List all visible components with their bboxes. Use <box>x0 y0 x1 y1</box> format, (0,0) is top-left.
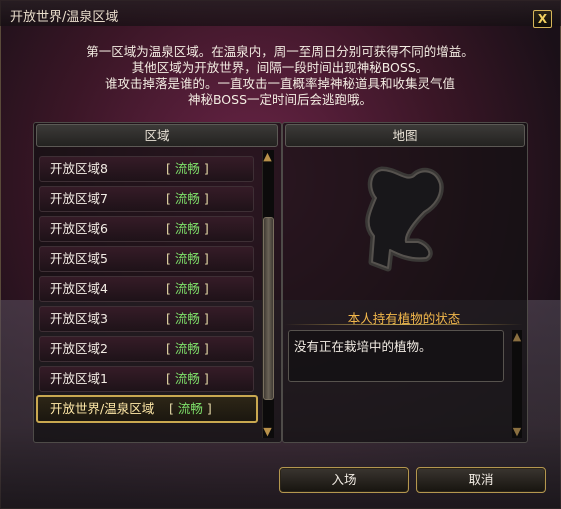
zone-status: [流畅] <box>166 367 209 391</box>
zone-status-bracket-open: [ <box>166 341 171 356</box>
map-shape <box>367 169 442 269</box>
title-bar[interactable]: 开放世界/温泉区域 X <box>0 0 561 28</box>
zone-status-bracket-close: ] <box>203 161 209 176</box>
zone-status-bracket-open: [ <box>166 311 171 326</box>
zone-name: 开放区域1 <box>50 371 108 386</box>
zone-name: 开放区域3 <box>50 311 108 326</box>
description-line: 第一区域为温泉区域。在温泉内，周一至周日分别可获得不同的增益。 <box>86 44 474 59</box>
zone-status: [流畅] <box>166 247 209 271</box>
zone-status-value: 流畅 <box>174 251 200 266</box>
status-scroll-down-icon[interactable]: ▼ <box>511 426 523 438</box>
zone-name: 开放区域7 <box>50 191 108 206</box>
map-column-header: 地图 <box>285 124 525 147</box>
zone-status-value: 流畅 <box>174 311 200 326</box>
zone-status-bracket-close: ] <box>203 341 209 356</box>
zone-status-bracket-open: [ <box>166 191 171 206</box>
zone-name: 开放世界/温泉区域 <box>50 401 155 416</box>
enter-button[interactable]: 入场 <box>279 467 409 493</box>
zone-list-item[interactable]: 开放区域1 [流畅] <box>39 366 254 392</box>
zone-status-value: 流畅 <box>174 161 200 176</box>
zone-status-bracket-close: ] <box>203 251 209 266</box>
zone-name: 开放区域6 <box>50 221 108 236</box>
status-divider <box>285 324 523 325</box>
zone-status-value: 流畅 <box>174 281 200 296</box>
zone-list-item[interactable]: 开放区域7 [流畅] <box>39 186 254 212</box>
status-scrollbar[interactable] <box>512 330 522 438</box>
zone-status-bracket-open: [ <box>169 401 174 416</box>
zone-list-item[interactable]: 开放区域6 [流畅] <box>39 216 254 242</box>
zone-status-bracket-close: ] <box>203 371 209 386</box>
zone-name: 开放区域2 <box>50 341 108 356</box>
zone-status-bracket-close: ] <box>203 191 209 206</box>
scroll-down-arrow-icon[interactable]: ▼ <box>261 426 274 438</box>
zone-map-icon <box>365 166 444 272</box>
zone-name: 开放区域5 <box>50 251 108 266</box>
zone-status: [流畅] <box>166 187 209 211</box>
scroll-up-arrow-icon[interactable]: ▲ <box>261 151 274 163</box>
zone-status-value: 流畅 <box>174 221 200 236</box>
zone-list-item[interactable]: 开放区域5 [流畅] <box>39 246 254 272</box>
zone-column-header: 区域 <box>36 124 278 147</box>
cancel-button[interactable]: 取消 <box>416 467 546 493</box>
zone-status: [流畅] <box>166 217 209 241</box>
zone-status: [流畅] <box>169 397 212 421</box>
zone-status-value: 流畅 <box>177 401 203 416</box>
zone-status-bracket-close: ] <box>203 281 209 296</box>
zone-list-item[interactable]: 开放区域3 [流畅] <box>39 306 254 332</box>
zone-select-window: 开放世界/温泉区域 X 第一区域为温泉区域。在温泉内，周一至周日分别可获得不同的… <box>0 0 561 509</box>
zone-status: [流畅] <box>166 277 209 301</box>
zone-list-item[interactable]: 开放区域4 [流畅] <box>39 276 254 302</box>
close-icon: X <box>537 12 548 26</box>
zone-status-bracket-close: ] <box>206 401 212 416</box>
zone-list-item[interactable]: 开放区域8 [流畅] <box>39 156 254 182</box>
zone-list-scroll-thumb[interactable] <box>263 217 274 400</box>
status-scroll-up-icon[interactable]: ▲ <box>511 331 523 343</box>
zone-status-value: 流畅 <box>174 341 200 356</box>
zone-status-bracket-close: ] <box>203 311 209 326</box>
zone-name: 开放区域4 <box>50 281 108 296</box>
zone-status: [流畅] <box>166 157 209 181</box>
zone-status-bracket-open: [ <box>166 251 171 266</box>
description-line: 其他区域为开放世界，间隔一段时间出现神秘BOSS。 <box>131 60 429 75</box>
description-text: 第一区域为温泉区域。在温泉内，周一至周日分别可获得不同的增益。 其他区域为开放世… <box>40 44 520 108</box>
zone-status-bracket-open: [ <box>166 161 171 176</box>
description-line: 神秘BOSS一定时间后会逃跑哦。 <box>187 92 373 107</box>
zone-list-item[interactable]: 开放区域2 [流畅] <box>39 336 254 362</box>
zone-status: [流畅] <box>166 337 209 361</box>
description-line: 谁攻击掉落是谁的。一直攻击一直概率掉神秘道具和收集灵气值 <box>104 76 455 91</box>
zone-status-bracket-open: [ <box>166 281 171 296</box>
zone-status: [流畅] <box>166 307 209 331</box>
plant-status-text: 没有正在栽培中的植物。 <box>294 339 432 354</box>
zone-list-item[interactable]: 开放世界/温泉区域 [流畅] <box>36 395 258 423</box>
close-button[interactable]: X <box>533 10 552 28</box>
zone-status-value: 流畅 <box>174 191 200 206</box>
zone-status-bracket-open: [ <box>166 221 171 236</box>
zone-status-value: 流畅 <box>174 371 200 386</box>
zone-status-bracket-close: ] <box>203 221 209 236</box>
window-title: 开放世界/温泉区域 <box>10 10 119 25</box>
zone-status-bracket-open: [ <box>166 371 171 386</box>
zone-name: 开放区域8 <box>50 161 108 176</box>
